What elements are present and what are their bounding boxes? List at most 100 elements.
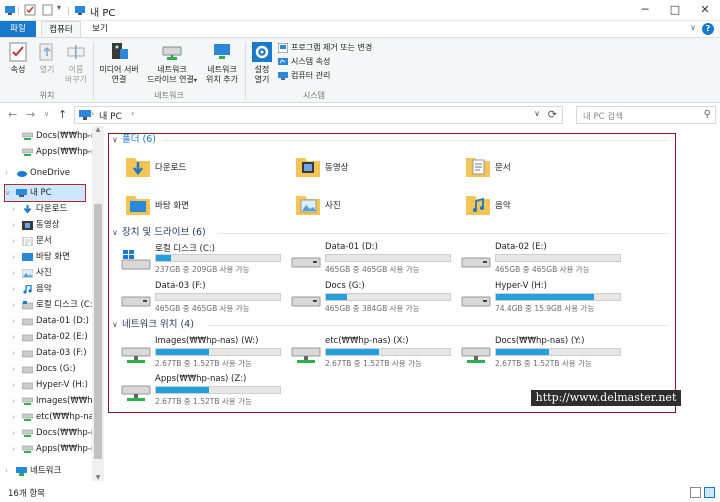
address-bar[interactable]: › 내 PC › ∨ ⟳ [74,106,563,124]
up-arrow-icon[interactable]: ↑ [58,108,67,121]
expand-chevron-icon[interactable]: › [12,442,15,457]
breadcrumb-pc[interactable]: 내 PC [99,109,122,122]
drive-item[interactable]: 로컬 디스크 (C:) 237GB 중 209GB 사용 가능 [121,242,287,276]
sidebar-item-drive-c[interactable]: › 로컬 디스크 (C:) [0,298,96,313]
collapse-chevron-icon[interactable]: ∨ [112,226,122,240]
search-icon[interactable]: ⚲ [704,109,711,120]
folder-desktop[interactable]: 바탕 화면 [125,191,275,221]
folder-pictures[interactable]: 사진 [295,191,445,221]
drive-item[interactable]: Data-03 (F:) 465GB 중 465GB 사용 가능 [121,281,287,315]
scroll-up-icon[interactable]: ▲ [92,126,104,133]
help-button[interactable]: ? [702,23,714,35]
expand-chevron-icon[interactable]: › [12,394,15,409]
tab-computer[interactable]: 컴퓨터 [41,21,81,37]
network-header[interactable]: ∨ 네트워크 위치 (4) [112,318,194,332]
close-button[interactable]: ✕ [690,0,720,20]
scroll-thumb[interactable] [94,204,102,459]
expand-chevron-icon[interactable]: › [12,426,15,441]
sidebar-item-documents[interactable]: › 문서 [0,234,92,249]
tiles-view-icon[interactable] [704,487,715,498]
expand-chevron-icon[interactable]: › [12,362,15,377]
drives-header[interactable]: ∨ 장치 및 드라이브 (6) [112,226,206,240]
expand-chevron-icon[interactable]: › [12,314,15,329]
add-network-location-button[interactable]: 네트워크 위치 추가 [202,41,242,85]
folder-documents[interactable]: 문서 [465,153,615,183]
properties-button[interactable]: 속성 [4,41,32,75]
refresh-icon[interactable]: ⟳ [548,108,557,121]
expand-chevron-icon[interactable]: › [12,282,15,297]
media-server-button[interactable]: 미디어 서버 연결 [96,41,142,85]
expand-chevron-icon[interactable]: › [12,250,15,265]
sidebar-item-net-x[interactable]: › etc(₩₩hp-nas) ( [0,410,104,425]
expand-chevron-icon[interactable]: › [12,346,15,361]
sidebar-item-net-z[interactable]: › Apps(₩₩hp-nas [0,442,104,457]
sidebar-item-net-w[interactable]: › Images(₩₩hp-na [0,394,104,409]
sidebar-item-downloads[interactable]: › 다운로드 [0,202,92,217]
expand-chevron-icon[interactable]: › [12,266,15,281]
details-view-icon[interactable] [690,487,701,498]
sidebar-item-music[interactable]: › 음악 [0,282,92,297]
properties-qat-icon[interactable] [24,4,36,16]
back-arrow-icon[interactable]: ← [8,108,17,121]
collapse-chevron-icon[interactable]: ∨ [112,133,122,147]
sidebar-item-drive-f[interactable]: › Data-03 (F:) [0,346,92,361]
network-drive-item[interactable]: Images(₩₩hp-nas) (W:) 2.67TB 중 1.52TB 사용… [121,336,287,370]
rename-button[interactable]: 이름 바꾸기 [62,41,90,85]
open-settings-button[interactable]: 설정 열기 [249,41,275,85]
expand-chevron-icon[interactable]: › [12,218,15,233]
sidebar-item-docs-pinned[interactable]: Docs(₩₩hp-r ✎ [0,129,94,144]
drive-item[interactable]: Data-02 (E:) 465GB 중 465GB 사용 가능 [461,242,627,276]
sidebar-item-drive-d[interactable]: › Data-01 (D:) [0,314,92,329]
folder-videos[interactable]: 동영상 [295,153,445,183]
expand-chevron-icon[interactable]: › [5,464,8,479]
map-network-drive-button[interactable]: 네트워크 드라이브 연결▾ [143,41,201,86]
uninstall-program-button[interactable]: 프로그램 제거 또는 변경 [278,42,372,54]
maximize-button[interactable]: □ [660,0,690,20]
network-drive-item[interactable]: Apps(₩₩hp-nas) (Z:) 2.67TB 중 1.52TB 사용 가… [121,374,287,408]
sidebar-item-drive-g[interactable]: › Docs (G:) [0,362,92,377]
computer-management-button[interactable]: 컴퓨터 관리 [278,70,330,82]
sidebar-scrollbar[interactable]: ▲ ▼ [92,126,104,481]
sidebar-item-this-pc[interactable]: ∨ 내 PC [0,186,92,201]
pin-icon[interactable]: ✎ [84,145,90,160]
sidebar-item-videos[interactable]: › 동영상 [0,218,92,233]
tab-file[interactable]: 파일 [0,21,36,37]
qat-dropdown-icon[interactable]: ▾ [57,3,61,15]
network-drive-item[interactable]: Docs(₩₩hp-nas) (Y:) 2.67TB 중 1.52TB 사용 가… [461,336,627,370]
search-box[interactable]: 내 PC 검색 ⚲ [576,106,716,124]
new-folder-qat-icon[interactable] [42,4,54,16]
collapse-chevron-icon[interactable]: ∨ [112,318,122,332]
expand-chevron-icon[interactable]: › [12,330,15,345]
expand-chevron-icon[interactable]: › [12,298,15,313]
sidebar-item-desktop[interactable]: › 바탕 화면 [0,250,92,265]
expand-chevron-icon[interactable]: › [12,234,15,249]
tab-view[interactable]: 보기 [86,21,114,37]
expand-chevron-icon[interactable]: › [5,166,8,181]
pin-icon[interactable]: ✎ [84,129,90,144]
system-properties-button[interactable]: 시스템 속성 [278,56,330,68]
expand-chevron-icon[interactable]: › [12,202,15,217]
folder-downloads[interactable]: 다운로드 [125,153,275,183]
sidebar-item-pictures[interactable]: › 사진 [0,266,92,281]
sidebar-item-drive-e[interactable]: › Data-02 (E:) [0,330,92,345]
folders-header[interactable]: ∨ 폴더 (6) [112,133,156,147]
open-button[interactable]: 열기 [34,41,60,75]
folder-music[interactable]: 음악 [465,191,615,221]
collapse-chevron-icon[interactable]: ∨ [5,186,10,201]
expand-chevron-icon[interactable]: › [12,378,15,393]
sidebar-item-onedrive[interactable]: › OneDrive [0,166,92,181]
sidebar-item-drive-h[interactable]: › Hyper-V (H:) [0,378,92,393]
sidebar-item-net-y[interactable]: › Docs(₩₩hp-nas [0,426,104,441]
drive-item[interactable]: Hyper-V (H:) 74.4GB 중 15.9GB 사용 가능 [461,281,627,315]
scroll-down-icon[interactable]: ▼ [92,474,104,481]
recent-locations-icon[interactable]: ∨ [44,110,49,118]
drive-item[interactable]: Data-01 (D:) 465GB 중 465GB 사용 가능 [291,242,457,276]
network-drive-item[interactable]: etc(₩₩hp-nas) (X:) 2.67TB 중 1.52TB 사용 가능 [291,336,457,370]
address-dropdown-icon[interactable]: ∨ [534,109,540,118]
forward-arrow-icon[interactable]: → [26,108,35,121]
sidebar-item-network[interactable]: › 네트워크 [0,464,92,479]
drive-item[interactable]: Docs (G:) 465GB 중 384GB 사용 가능 [291,281,457,315]
expand-chevron-icon[interactable]: › [12,410,15,425]
minimize-button[interactable]: ─ [630,0,660,20]
expand-ribbon-icon[interactable]: ∨ [690,23,696,32]
